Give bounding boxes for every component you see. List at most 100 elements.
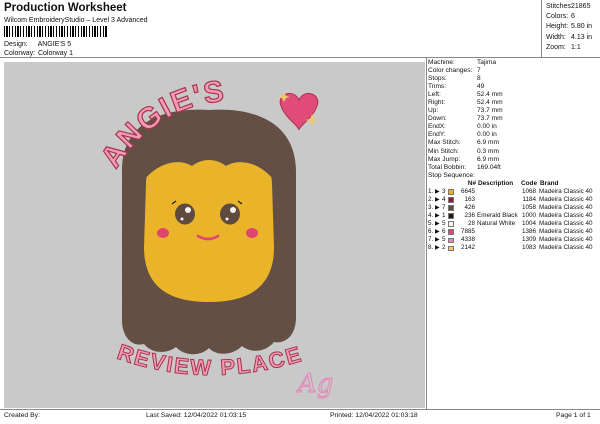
color-swatch [448, 245, 454, 252]
stat-row: Left: 52.4 mm [428, 91, 503, 99]
thread-brand: Madeira Classic 40 [539, 211, 593, 219]
color-swatch [448, 205, 454, 211]
row-index: 1. [428, 187, 434, 195]
embroidery-artwork: ANGIE'S REVIEW PLACE Ag [94, 74, 334, 399]
machine-stats-panel: Machine: Tajima Color changes: 7 Stops: 8 T… [428, 59, 598, 252]
left-cheek [157, 228, 169, 238]
design-label: Design: [4, 41, 28, 48]
thread-brand: Madeira Classic 40 [539, 195, 593, 203]
stop-sequence-title: Stop Sequence: [428, 171, 475, 179]
stop-sequence-row: 5. ▶ 5 28 Natural White 1004 Madeira Classic 4… [428, 220, 598, 228]
arrow-right-icon: ▶ [435, 204, 440, 211]
stat-zoom: Zoom: 1:1 [546, 43, 581, 51]
color-swatch [448, 189, 454, 195]
stats-divider [541, 0, 542, 57]
arrow-right-icon: ▶ [435, 188, 440, 195]
stat-row: Down: 73.7 mm [428, 115, 503, 123]
stat-row: Right: 52.4 mm [428, 99, 503, 107]
stop-sequence-row: 7. ▶ 5 4338 1309 Madeira Classic 40 [428, 236, 598, 244]
arrow-right-icon: ▶ [435, 229, 440, 236]
color-swatch [448, 197, 454, 203]
stat-row: EndY: 0.00 in [428, 131, 497, 139]
stop-sequence-row: 3. ▶ 7 426 1058 Madeira Classic 40 [428, 204, 598, 212]
stat-row: Up: 73.7 mm [428, 107, 503, 115]
thread-number: 163 [464, 195, 475, 203]
thread-code: 1309 [521, 236, 536, 244]
footer-divider [0, 409, 600, 410]
top-stats: Stitches: 21865 Colors: 6 Height: 5.80 in W… [546, 2, 598, 53]
arrow-right-icon: ▶ [435, 221, 440, 228]
row-index: 2. [428, 195, 434, 203]
footer-page: Page 1 of 1 [556, 412, 591, 419]
row-index: 4. [428, 211, 434, 219]
thread-brand: Madeira Classic 40 [539, 203, 593, 211]
left-eye [175, 203, 195, 225]
stat-row: EndX: 0.00 in [428, 123, 497, 131]
stat-row: Max Jump: 6.9 mm [428, 155, 499, 163]
stat-stitches: Stitches: 21865 [546, 3, 591, 10]
thread-description: Natural White [477, 220, 516, 228]
color-swatch [448, 213, 454, 219]
thread-number: 6645 [460, 187, 475, 195]
face-shape [144, 144, 274, 302]
arrow-right-icon: ▶ [435, 196, 440, 203]
color-swatch [448, 237, 454, 244]
thread-code: 1386 [521, 228, 536, 236]
stop-sequence-row: 4. ▶ 1 236 Emerald Black 1000 Madeira Classic … [428, 212, 598, 220]
stop-sequence-row: 2. ▶ 4 163 1184 Madeira Classic 40 [428, 196, 598, 204]
stat-row: Color changes: 7 [428, 67, 481, 75]
thread-brand: Madeira Classic 40 [539, 236, 593, 244]
thread-description: Emerald Black [477, 211, 518, 219]
row-index: 8. [428, 244, 434, 252]
thread-code: 1083 [521, 244, 536, 252]
stop-sequence-row: 6. ▶ 6 7885 1386 Madeira Classic 40 [428, 228, 598, 236]
stat-row: Stops: 8 [428, 75, 481, 83]
row-index: 6. [428, 228, 434, 236]
stat-colors: Colors: 6 [546, 13, 575, 21]
thread-code: 1004 [521, 220, 536, 228]
stat-row: Max Stitch: 6.9 mm [428, 139, 499, 147]
arrow-right-icon: ▶ [435, 245, 440, 252]
stat-height: Height: 5.80 in [546, 23, 593, 31]
thread-number: 426 [464, 203, 475, 211]
stop-sequence-row: 1. ▶ 3 6645 1068 Madeira Classic 40 [428, 188, 598, 196]
page-title: Production Worksheet [4, 2, 127, 14]
thread-number: 4338 [460, 236, 475, 244]
thread-code: 1058 [521, 203, 536, 211]
design-preview: ANGIE'S REVIEW PLACE Ag [4, 62, 425, 408]
color-swatch [448, 221, 454, 227]
colorway-label: Colorway: [4, 50, 36, 57]
thread-brand: Madeira Classic 40 [539, 244, 593, 252]
stat-row: Total Bobbin: 169.04ft [428, 163, 501, 171]
stat-width: Width: 4.13 in [546, 33, 593, 41]
stop-sequence-table: 1. ▶ 3 6645 1068 Madeira Classic 40 2. ▶ 4 163 118… [428, 188, 598, 253]
panel-divider [426, 57, 427, 409]
row-index: 5. [428, 220, 434, 228]
thread-brand: Madeira Classic 40 [539, 220, 593, 228]
row-index: 3. [428, 203, 434, 211]
row-index: 7. [428, 236, 434, 244]
heart-icon [278, 92, 319, 131]
stop-sequence-row: 8. ▶ 2 2142 1083 Madeira Classic 40 [428, 244, 598, 252]
footer-last-saved: Last Saved: 12/04/2022 01:03:15 [146, 412, 247, 419]
thread-number: 2142 [460, 244, 475, 252]
design-name-row: Design: ANGIE'S 5 [4, 41, 71, 48]
arrow-right-icon: ▶ [435, 212, 440, 219]
stop-sequence-header: N# Description Code Brand [467, 179, 559, 187]
header-divider [0, 57, 600, 58]
footer-printed: Printed: 12/04/2022 01:03:18 [330, 412, 418, 419]
stat-row: Machine: Tajima [428, 59, 497, 66]
signature: Ag [296, 369, 333, 399]
right-eye [220, 203, 240, 225]
colorway-value: Colorway 1 [37, 50, 73, 57]
design-value: ANGIE'S 5 [37, 41, 72, 48]
thread-number: 236 [464, 211, 475, 219]
thread-code: 1000 [521, 211, 536, 219]
right-cheek [246, 228, 258, 238]
thread-number: 7885 [460, 228, 475, 236]
thread-code: 1068 [521, 187, 536, 195]
colorway-row: Colorway: Colorway 1 [4, 50, 73, 57]
color-swatch [448, 229, 454, 235]
thread-code: 1184 [522, 195, 536, 203]
arrow-right-icon: ▶ [435, 237, 440, 244]
